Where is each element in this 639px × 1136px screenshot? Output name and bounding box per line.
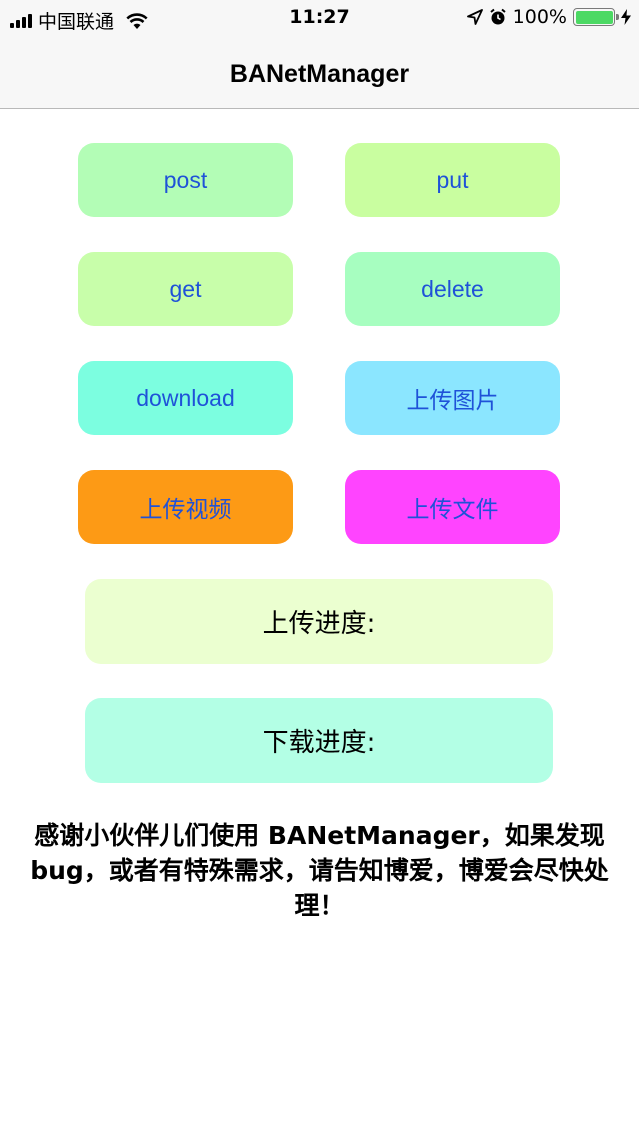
- battery-icon: [573, 8, 619, 26]
- get-button[interactable]: get: [78, 252, 293, 326]
- location-arrow-icon: [466, 9, 483, 25]
- delete-button[interactable]: delete: [345, 252, 560, 326]
- status-bar: 中国联通 11:27 100%: [0, 0, 639, 40]
- status-right: 100%: [466, 6, 631, 28]
- post-button[interactable]: post: [78, 143, 293, 217]
- upload-file-button[interactable]: 上传文件: [345, 470, 560, 544]
- page-title: BANetManager: [229, 59, 410, 88]
- download-button[interactable]: download: [78, 361, 293, 435]
- thanks-message: 感谢小伙伴儿们使用 BANetManager，如果发现 bug，或者有特殊需求，…: [30, 821, 609, 920]
- navigation-bar: BANetManager: [0, 40, 639, 109]
- upload-progress-label: 上传进度:: [85, 579, 553, 664]
- download-progress-label: 下载进度:: [85, 698, 553, 783]
- upload-image-button[interactable]: 上传图片: [345, 361, 560, 435]
- alarm-clock-icon: [490, 8, 506, 25]
- put-button[interactable]: put: [345, 143, 560, 217]
- charging-bolt-icon: [621, 9, 631, 25]
- upload-video-button[interactable]: 上传视频: [78, 470, 293, 544]
- battery-percent: 100%: [512, 6, 567, 28]
